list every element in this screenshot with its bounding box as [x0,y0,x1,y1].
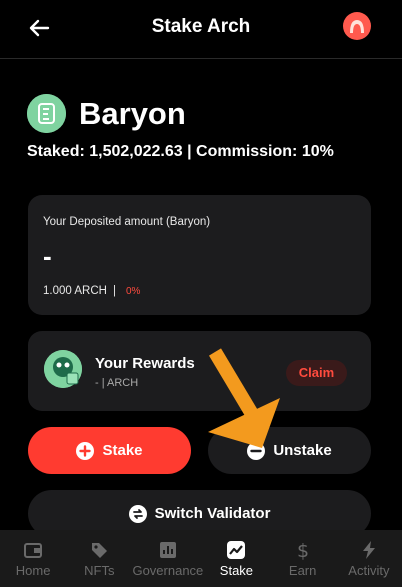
chart-icon [159,542,176,558]
validator-stats: Staked: 1,502,022.63 | Commission: 10% [27,143,334,160]
dollar-icon: $ [297,540,309,560]
deposit-card: Your Deposited amount (Baryon) - 1.000 A… [28,195,371,315]
tab-governance[interactable]: Governance [132,530,203,587]
wallet-icon [24,543,43,558]
minus-circle-icon [247,441,266,460]
deposit-meta: 1.000 ARCH | 0% [43,285,140,297]
svg-text:$: $ [297,540,309,560]
tab-home-label: Home [15,563,51,578]
tab-home[interactable]: Home [0,530,66,587]
claim-button[interactable]: Claim [286,360,347,386]
deposit-label: Your Deposited amount (Baryon) [43,216,211,228]
tab-nfts[interactable]: NFTs [66,530,132,587]
profile-avatar-icon[interactable] [343,12,371,40]
validator-logo-icon [27,94,66,133]
swap-icon [128,504,147,523]
tab-activity[interactable]: Activity [336,530,402,587]
deposit-percent: 0% [125,286,141,297]
plus-circle-icon [76,441,95,460]
rewards-value: - | ARCH [95,377,139,389]
tab-nfts-label: NFTs [84,563,115,578]
deposit-value: - [43,241,52,271]
switch-validator-label: Switch Validator [154,505,271,522]
tab-stake[interactable]: Stake [203,530,269,587]
bottom-tab-bar: Home NFTs Governance Stake $ Earn Activi… [0,530,402,587]
rewards-token-icon [44,350,82,388]
tab-earn[interactable]: $ Earn [270,530,336,587]
deposit-amount: 1.000 ARCH [43,285,107,297]
stake-button-label: Stake [102,442,143,459]
unstake-button-label: Unstake [273,442,332,459]
unstake-button[interactable]: Unstake [208,427,371,474]
tab-earn-label: Earn [288,563,317,578]
rewards-card: Your Rewards - | ARCH Claim [28,331,371,411]
bolt-icon [362,541,375,559]
stake-icon [227,541,246,559]
tab-activity-label: Activity [348,563,390,578]
stake-button[interactable]: Stake [28,427,191,474]
app-header: Stake Arch [0,0,402,59]
tab-stake-label: Stake [219,563,254,578]
deposit-separator: | [112,285,116,297]
page-title: Stake Arch [151,16,251,37]
tag-icon [92,543,108,558]
rewards-title: Your Rewards [95,355,195,372]
validator-name: Baryon [79,96,186,131]
tab-governance-label: Governance [132,563,204,578]
